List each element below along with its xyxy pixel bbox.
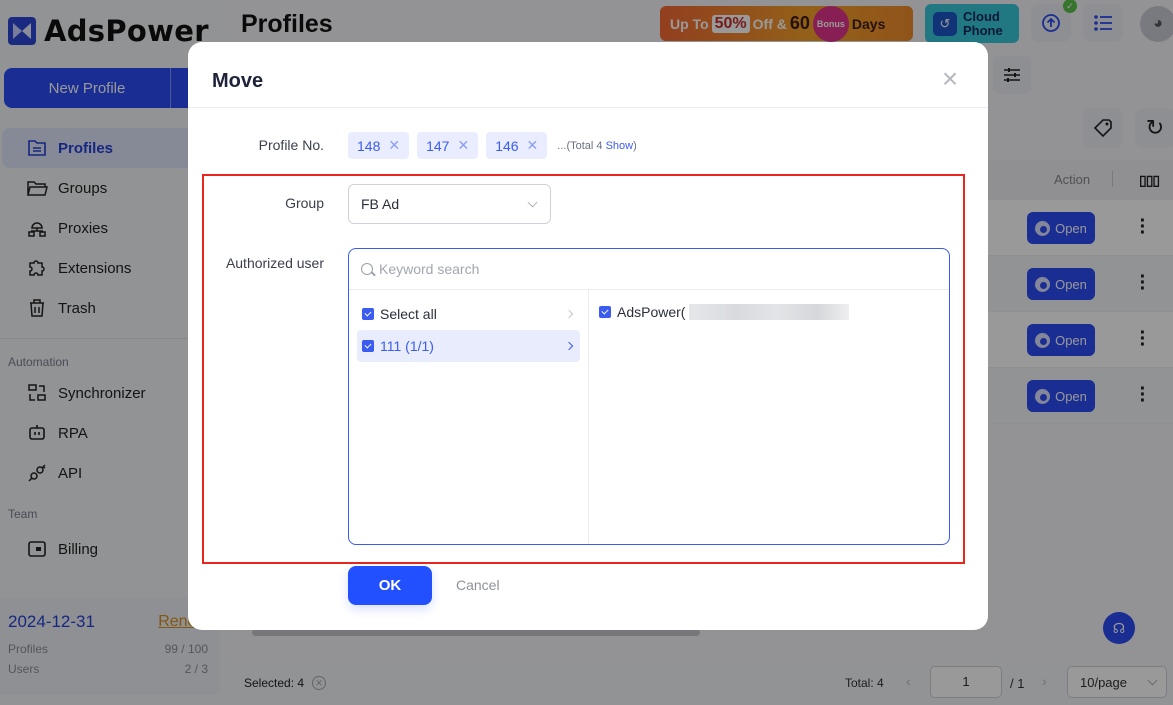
tags-more-info: ...(Total 4 Show) bbox=[557, 140, 637, 152]
group-label: Group bbox=[285, 195, 324, 211]
keyword-search-input[interactable] bbox=[379, 261, 879, 277]
move-dialog: Move × Profile No. 148 ✕ 147 ✕ 146 ✕ ...… bbox=[188, 42, 988, 630]
remove-tag-icon[interactable]: ✕ bbox=[527, 137, 539, 154]
checkbox-checked-icon[interactable] bbox=[362, 340, 374, 352]
profile-tag: 146 ✕ bbox=[486, 132, 548, 159]
checkbox-checked-icon[interactable] bbox=[362, 308, 374, 320]
user-list: AdsPower( bbox=[590, 290, 949, 544]
profile-tag: 147 ✕ bbox=[417, 132, 479, 159]
dialog-divider bbox=[188, 107, 988, 108]
group-select[interactable]: FB Ad bbox=[348, 184, 551, 224]
user-row[interactable]: AdsPower( bbox=[599, 304, 949, 320]
authorized-user-picker: Select all 111 (1/1) AdsPower( bbox=[348, 248, 950, 545]
team-row[interactable]: 111 (1/1) bbox=[357, 330, 580, 362]
chevron-right-icon bbox=[564, 341, 574, 351]
authorized-user-label: Authorized user bbox=[225, 255, 324, 271]
chevron-down-icon bbox=[527, 197, 538, 207]
checkbox-checked-icon[interactable] bbox=[599, 306, 611, 318]
profile-no-label: Profile No. bbox=[258, 137, 324, 153]
remove-tag-icon[interactable]: ✕ bbox=[457, 137, 469, 154]
search-icon bbox=[361, 263, 373, 275]
close-icon[interactable]: × bbox=[938, 65, 962, 93]
profile-tag: 148 ✕ bbox=[348, 132, 410, 159]
user-search-bar bbox=[349, 249, 949, 290]
team-list: Select all 111 (1/1) bbox=[349, 290, 589, 544]
cancel-button[interactable]: Cancel bbox=[456, 577, 500, 593]
chevron-right-icon bbox=[564, 309, 574, 319]
ok-button[interactable]: OK bbox=[348, 566, 432, 605]
select-all-row[interactable]: Select all bbox=[357, 298, 580, 330]
profile-tag-label: 146 bbox=[495, 137, 519, 154]
show-all-tags-link[interactable]: Show bbox=[606, 140, 634, 152]
profile-tag-label: 147 bbox=[426, 137, 450, 154]
user-name: AdsPower( bbox=[617, 304, 686, 320]
profile-tag-label: 148 bbox=[357, 137, 381, 154]
tags-close-paren: ) bbox=[633, 139, 637, 152]
redacted-email bbox=[689, 304, 850, 320]
remove-tag-icon[interactable]: ✕ bbox=[388, 137, 400, 154]
select-all-label: Select all bbox=[380, 306, 437, 322]
dialog-title: Move bbox=[212, 70, 264, 92]
team-row-label: 111 (1/1) bbox=[380, 338, 434, 354]
profile-tags: 148 ✕ 147 ✕ 146 ✕ ...(Total 4 Show) bbox=[348, 132, 637, 159]
tags-total-text: ...(Total 4 bbox=[557, 139, 606, 152]
group-select-value: FB Ad bbox=[361, 196, 400, 212]
